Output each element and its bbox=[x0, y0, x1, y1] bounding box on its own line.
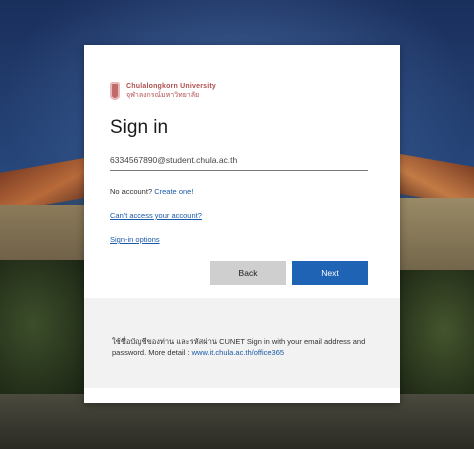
info-detail-link[interactable]: www.it.chula.ac.th/office365 bbox=[192, 348, 284, 357]
signin-card: Chulalongkorn University จุฬาลงกรณ์มหาวิ… bbox=[84, 45, 400, 403]
logo-name-th: จุฬาลงกรณ์มหาวิทยาลัย bbox=[126, 92, 200, 99]
info-panel: ใช้ชื่อบัญชีของท่าน และรหัสผ่าน CUNET Si… bbox=[84, 298, 400, 388]
next-button[interactable]: Next bbox=[292, 261, 368, 285]
no-account-label: No account? bbox=[110, 187, 153, 196]
back-button[interactable]: Back bbox=[210, 261, 286, 285]
info-message: ใช้ชื่อบัญชีของท่าน และรหัสผ่าน CUNET Si… bbox=[112, 336, 370, 358]
no-account-line: No account? Create one! bbox=[110, 187, 193, 196]
logo-text: Chulalongkorn University จุฬาลงกรณ์มหาวิ… bbox=[126, 82, 216, 100]
page-title: Sign in bbox=[110, 117, 169, 138]
university-logo: Chulalongkorn University จุฬาลงกรณ์มหาวิ… bbox=[110, 82, 216, 100]
university-seal-icon bbox=[110, 82, 120, 100]
signin-options-link[interactable]: Sign-in options bbox=[110, 235, 160, 244]
logo-name-en: Chulalongkorn University bbox=[126, 83, 216, 90]
create-account-link[interactable]: Create one! bbox=[154, 187, 193, 196]
cant-access-account-link[interactable]: Can't access your account? bbox=[110, 211, 202, 220]
email-field[interactable] bbox=[110, 150, 368, 171]
